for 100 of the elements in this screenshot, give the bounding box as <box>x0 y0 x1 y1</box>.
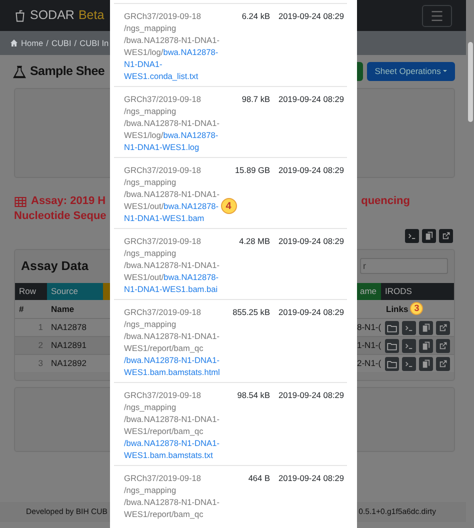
breadcrumb-link[interactable]: Home <box>21 36 44 50</box>
table-cell: 8-N1-( <box>357 322 382 332</box>
page-title: Sample Shee <box>30 64 105 79</box>
file-path: WES1/report/bam_qc <box>124 509 204 519</box>
file-path: /bwa.NA12878-N1-DNA1- <box>124 497 220 507</box>
table-cell: NA12892 <box>51 358 86 368</box>
file-path: /ngs_mapping <box>124 177 176 187</box>
file-link[interactable]: bwa.NA12878- <box>164 272 219 282</box>
copy-icon <box>424 231 434 241</box>
file-date: 2019-09-24 08:29 <box>278 11 344 21</box>
column-header: # <box>19 304 24 314</box>
column-group-header: IRODS <box>381 283 454 300</box>
icon-button[interactable] <box>419 356 433 370</box>
icon-button[interactable] <box>419 338 433 352</box>
file-path: GRCh37/2019-09-18 <box>124 307 202 317</box>
table-cell: NA12878 <box>51 322 86 332</box>
external-link-icon <box>441 231 451 241</box>
file-size: 464 B <box>248 473 270 483</box>
file-path: GRCh37/2019-09-18 <box>124 390 202 400</box>
file-path: /bwa.NA12878-N1-DNA1- <box>124 414 220 424</box>
scrollbar[interactable] <box>468 42 473 122</box>
file-link[interactable]: N1-DNA1- <box>124 59 162 69</box>
external-link-icon <box>438 340 448 350</box>
file-link[interactable]: bwa.NA12878- <box>163 130 218 140</box>
file-path: /bwa.NA12878-N1-DNA1- <box>124 35 220 45</box>
file-path: /ngs_mapping <box>124 402 176 412</box>
file-path: WES1/out/ <box>124 201 164 211</box>
icon-button[interactable] <box>436 338 450 352</box>
file-path: /ngs_mapping <box>124 23 176 33</box>
file-link[interactable]: WES1.conda_list.txt <box>124 71 198 81</box>
menu-button[interactable] <box>422 4 452 26</box>
breadcrumb-separator: / <box>74 36 77 50</box>
icon-button[interactable] <box>422 229 436 243</box>
icon-button[interactable] <box>402 320 416 334</box>
icon-button[interactable] <box>402 338 416 352</box>
file-path: WES1/log/ <box>124 130 164 140</box>
icon-button[interactable] <box>385 356 399 370</box>
menu-icon <box>429 8 445 22</box>
file-size: 98.54 kB <box>237 390 270 400</box>
table-cell: 2-N1-( <box>357 358 382 368</box>
file-link[interactable]: /bwa.NA12878-N1-DNA1- <box>124 355 220 365</box>
icon-button[interactable] <box>436 356 450 370</box>
file-link[interactable]: N1-DNA1-WES1.bam <box>124 213 204 223</box>
breadcrumb-link[interactable]: CUBI In <box>80 36 109 50</box>
assay-title: Nucleotide Seque <box>14 209 106 224</box>
icon-button[interactable] <box>436 320 450 334</box>
card-title: Assay Data <box>21 258 88 275</box>
external-link-icon <box>438 358 448 368</box>
breadcrumb-separator: / <box>46 36 48 50</box>
file-date: 2019-09-24 08:29 <box>278 390 344 400</box>
file-path: GRCh37/2019-09-18 <box>124 236 202 246</box>
file-path: /ngs_mapping <box>124 248 176 258</box>
flask-icon <box>13 64 26 78</box>
filter-field[interactable]: r <box>360 258 448 274</box>
table-cell: 1-N1-( <box>357 340 382 350</box>
file-path: /ngs_mapping <box>124 319 176 329</box>
copy-icon <box>421 340 431 350</box>
file-path: WES1/log/ <box>124 47 164 57</box>
icon-button[interactable] <box>385 338 399 352</box>
file-link[interactable]: bwa.NA12878- <box>163 47 218 57</box>
file-link[interactable]: N1-DNA1-WES1.log <box>124 142 200 152</box>
file-path: /bwa.NA12878-N1-DNA1- <box>124 260 220 270</box>
icon-button[interactable] <box>439 229 453 243</box>
file-link[interactable]: /bwa.NA12878-N1-DNA1- <box>124 438 220 448</box>
file-path: WES1/report/bam_qc <box>124 426 204 436</box>
file-path: /ngs_mapping <box>124 106 176 116</box>
file-link[interactable]: N1-DNA1-WES1.bam.bai <box>124 284 218 294</box>
file-link[interactable]: WES1.bam.bamstats.html <box>124 367 220 377</box>
file-size: 15.89 GB <box>234 165 270 175</box>
file-path: GRCh37/2019-09-18 <box>124 473 202 483</box>
assay-title: Assay: 2019 H <box>31 194 106 209</box>
column-header: Name <box>51 304 74 314</box>
cup-icon <box>14 8 26 22</box>
file-link[interactable]: WES1.bam.bamstats.txt <box>124 450 213 460</box>
icon-button[interactable] <box>402 356 416 370</box>
file-date: 2019-09-24 08:29 <box>278 236 344 246</box>
file-link[interactable]: bwa.NA12878- <box>164 201 219 211</box>
terminal-icon <box>407 231 417 241</box>
file-size: 855.25 kB <box>232 307 270 317</box>
file-path: /ngs_mapping <box>124 485 176 495</box>
icon-button[interactable] <box>419 320 433 334</box>
file-path: /bwa.NA12878-N1-DNA1- <box>124 189 220 199</box>
brand-name[interactable]: SODAR <box>30 6 74 25</box>
file-path: GRCh37/2019-09-18 <box>124 11 202 21</box>
icon-button[interactable] <box>385 320 399 334</box>
home-icon <box>10 39 18 47</box>
file-size: 6.24 kB <box>242 11 270 21</box>
file-path: /bwa.NA12878-N1-DNA1- <box>124 331 220 341</box>
dropdown-button[interactable]: Sheet Operations <box>366 62 455 82</box>
file-size: 4.28 MB <box>239 236 270 246</box>
copy-icon <box>421 358 431 368</box>
external-link-icon <box>438 322 448 332</box>
breadcrumb-link[interactable]: CUBI <box>51 36 72 50</box>
table-icon <box>14 196 27 208</box>
assay-title: quencing <box>361 194 410 209</box>
icon-button[interactable] <box>405 229 419 243</box>
file-path: GRCh37/2019-09-18 <box>124 94 202 104</box>
file-path: WES1/report/bam_qc <box>124 343 204 353</box>
row-number: 1 <box>38 322 43 332</box>
file-path: GRCh37/2019-09-18 <box>124 165 202 175</box>
